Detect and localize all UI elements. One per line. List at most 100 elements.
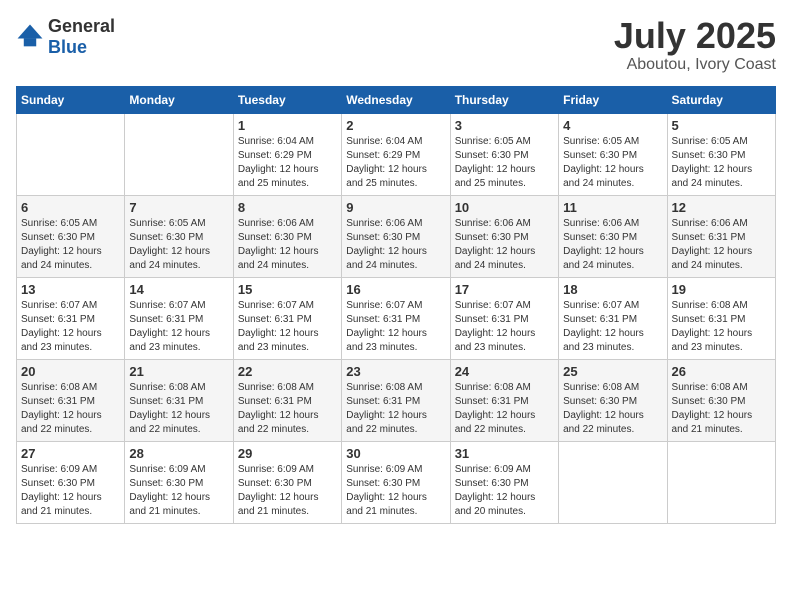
day-cell: 10Sunrise: 6:06 AM Sunset: 6:30 PM Dayli… xyxy=(450,195,558,277)
day-info: Sunrise: 6:08 AM Sunset: 6:30 PM Dayligh… xyxy=(563,381,662,437)
day-info: Sunrise: 6:08 AM Sunset: 6:31 PM Dayligh… xyxy=(346,381,445,437)
day-number: 3 xyxy=(455,118,554,133)
day-header-tuesday: Tuesday xyxy=(233,86,341,113)
day-info: Sunrise: 6:06 AM Sunset: 6:30 PM Dayligh… xyxy=(563,217,662,273)
day-info: Sunrise: 6:04 AM Sunset: 6:29 PM Dayligh… xyxy=(238,135,337,191)
day-info: Sunrise: 6:08 AM Sunset: 6:31 PM Dayligh… xyxy=(129,381,228,437)
day-number: 27 xyxy=(21,446,120,461)
day-info: Sunrise: 6:05 AM Sunset: 6:30 PM Dayligh… xyxy=(129,217,228,273)
day-number: 12 xyxy=(672,200,771,215)
day-cell: 13Sunrise: 6:07 AM Sunset: 6:31 PM Dayli… xyxy=(17,277,125,359)
day-cell: 28 Sunrise: 6:09 AM Sunset: 6:30 PM Dayli… xyxy=(125,441,233,523)
day-info: Sunrise: 6:08 AM Sunset: 6:31 PM Dayligh… xyxy=(21,381,120,437)
logo-general-text: General xyxy=(48,16,115,36)
day-cell: 26 Sunrise: 6:08 AM Sunset: 6:30 PM Dayli… xyxy=(667,359,775,441)
week-row-3: 13Sunrise: 6:07 AM Sunset: 6:31 PM Dayli… xyxy=(17,277,776,359)
day-cell: 2Sunrise: 6:04 AM Sunset: 6:29 PM Daylig… xyxy=(342,113,450,195)
day-cell: 8Sunrise: 6:06 AM Sunset: 6:30 PM Daylig… xyxy=(233,195,341,277)
day-cell: 22 Sunrise: 6:08 AM Sunset: 6:31 PM Dayli… xyxy=(233,359,341,441)
day-cell: 11 Sunrise: 6:06 AM Sunset: 6:30 PM Dayli… xyxy=(559,195,667,277)
page-header: General Blue July 2025 Aboutou, Ivory Co… xyxy=(16,16,776,74)
day-info: Sunrise: 6:08 AM Sunset: 6:31 PM Dayligh… xyxy=(238,381,337,437)
day-cell: 27Sunrise: 6:09 AM Sunset: 6:30 PM Dayli… xyxy=(17,441,125,523)
day-info: Sunrise: 6:09 AM Sunset: 6:30 PM Dayligh… xyxy=(129,463,228,519)
day-info: Sunrise: 6:08 AM Sunset: 6:31 PM Dayligh… xyxy=(455,381,554,437)
day-number: 11 xyxy=(563,200,662,215)
day-number: 17 xyxy=(455,282,554,297)
day-info: Sunrise: 6:06 AM Sunset: 6:31 PM Dayligh… xyxy=(672,217,771,273)
day-number: 15 xyxy=(238,282,337,297)
day-cell: 18Sunrise: 6:07 AM Sunset: 6:31 PM Dayli… xyxy=(559,277,667,359)
day-header-friday: Friday xyxy=(559,86,667,113)
day-number: 31 xyxy=(455,446,554,461)
day-cell: 31 Sunrise: 6:09 AM Sunset: 6:30 PM Dayli… xyxy=(450,441,558,523)
day-info: Sunrise: 6:06 AM Sunset: 6:30 PM Dayligh… xyxy=(346,217,445,273)
logo-icon xyxy=(16,23,44,51)
day-cell: 29Sunrise: 6:09 AM Sunset: 6:30 PM Dayli… xyxy=(233,441,341,523)
day-info: Sunrise: 6:07 AM Sunset: 6:31 PM Dayligh… xyxy=(455,299,554,355)
day-info: Sunrise: 6:07 AM Sunset: 6:31 PM Dayligh… xyxy=(238,299,337,355)
day-info: Sunrise: 6:05 AM Sunset: 6:30 PM Dayligh… xyxy=(21,217,120,273)
day-cell: 4 Sunrise: 6:05 AM Sunset: 6:30 PM Daylig… xyxy=(559,113,667,195)
day-number: 30 xyxy=(346,446,445,461)
day-cell xyxy=(559,441,667,523)
week-row-5: 27 Sunrise: 6:09 AM Sunset: 6:30 PM Dayli… xyxy=(17,441,776,523)
day-cell: 3 Sunrise: 6:05 AM Sunset: 6:30 PM Daylig… xyxy=(450,113,558,195)
day-cell: 15 Sunrise: 6:07 AM Sunset: 6:31 PM Dayli… xyxy=(233,277,341,359)
day-cell: 16 Sunrise: 6:07 AM Sunset: 6:31 PM Dayli… xyxy=(342,277,450,359)
day-cell xyxy=(667,441,775,523)
logo-blue-text: Blue xyxy=(48,37,87,57)
day-cell: 30 Sunrise: 6:09 AM Sunset: 6:30 PM Dayli… xyxy=(342,441,450,523)
day-info: Sunrise: 6:06 AM Sunset: 6:30 PM Dayligh… xyxy=(238,217,337,273)
day-number: 28 xyxy=(129,446,228,461)
location-title: Aboutou, Ivory Coast xyxy=(614,56,776,74)
day-cell: 9Sunrise: 6:06 AM Sunset: 6:30 PM Daylig… xyxy=(342,195,450,277)
day-cell: 23 Sunrise: 6:08 AM Sunset: 6:31 PM Dayli… xyxy=(342,359,450,441)
day-cell: 20 Sunrise: 6:08 AM Sunset: 6:31 PM Dayli… xyxy=(17,359,125,441)
day-number: 6 xyxy=(21,200,120,215)
day-header-sunday: Sunday xyxy=(17,86,125,113)
day-number: 20 xyxy=(21,364,120,379)
day-number: 10 xyxy=(455,200,554,215)
day-info: Sunrise: 6:09 AM Sunset: 6:30 PM Dayligh… xyxy=(455,463,554,519)
header-row: SundayMondayTuesdayWednesdayThursdayFrid… xyxy=(17,86,776,113)
week-row-1: 1Sunrise: 6:04 AM Sunset: 6:29 PM Daylig… xyxy=(17,113,776,195)
day-number: 7 xyxy=(129,200,228,215)
day-cell: 21 Sunrise: 6:08 AM Sunset: 6:31 PM Dayli… xyxy=(125,359,233,441)
day-header-thursday: Thursday xyxy=(450,86,558,113)
day-number: 22 xyxy=(238,364,337,379)
day-info: Sunrise: 6:05 AM Sunset: 6:30 PM Dayligh… xyxy=(455,135,554,191)
day-info: Sunrise: 6:07 AM Sunset: 6:31 PM Dayligh… xyxy=(346,299,445,355)
day-info: Sunrise: 6:05 AM Sunset: 6:30 PM Dayligh… xyxy=(563,135,662,191)
day-info: Sunrise: 6:08 AM Sunset: 6:31 PM Dayligh… xyxy=(672,299,771,355)
day-number: 26 xyxy=(672,364,771,379)
day-number: 18 xyxy=(563,282,662,297)
day-number: 21 xyxy=(129,364,228,379)
day-cell: 6 Sunrise: 6:05 AM Sunset: 6:30 PM Daylig… xyxy=(17,195,125,277)
month-title: July 2025 xyxy=(614,16,776,56)
day-header-monday: Monday xyxy=(125,86,233,113)
day-cell: 24 Sunrise: 6:08 AM Sunset: 6:31 PM Dayli… xyxy=(450,359,558,441)
day-cell xyxy=(17,113,125,195)
day-info: Sunrise: 6:04 AM Sunset: 6:29 PM Dayligh… xyxy=(346,135,445,191)
day-header-saturday: Saturday xyxy=(667,86,775,113)
day-info: Sunrise: 6:08 AM Sunset: 6:30 PM Dayligh… xyxy=(672,381,771,437)
calendar-table: SundayMondayTuesdayWednesdayThursdayFrid… xyxy=(16,86,776,524)
day-number: 4 xyxy=(563,118,662,133)
day-info: Sunrise: 6:05 AM Sunset: 6:30 PM Dayligh… xyxy=(672,135,771,191)
day-cell: 17 Sunrise: 6:07 AM Sunset: 6:31 PM Dayli… xyxy=(450,277,558,359)
day-info: Sunrise: 6:07 AM Sunset: 6:31 PM Dayligh… xyxy=(21,299,120,355)
day-info: Sunrise: 6:09 AM Sunset: 6:30 PM Dayligh… xyxy=(346,463,445,519)
day-number: 23 xyxy=(346,364,445,379)
day-number: 16 xyxy=(346,282,445,297)
day-number: 14 xyxy=(129,282,228,297)
title-block: July 2025 Aboutou, Ivory Coast xyxy=(614,16,776,74)
day-cell: 1Sunrise: 6:04 AM Sunset: 6:29 PM Daylig… xyxy=(233,113,341,195)
day-header-wednesday: Wednesday xyxy=(342,86,450,113)
day-number: 5 xyxy=(672,118,771,133)
week-row-4: 20 Sunrise: 6:08 AM Sunset: 6:31 PM Dayli… xyxy=(17,359,776,441)
day-cell: 14Sunrise: 6:07 AM Sunset: 6:31 PM Dayli… xyxy=(125,277,233,359)
day-cell: 7 Sunrise: 6:05 AM Sunset: 6:30 PM Daylig… xyxy=(125,195,233,277)
day-number: 24 xyxy=(455,364,554,379)
day-cell xyxy=(125,113,233,195)
